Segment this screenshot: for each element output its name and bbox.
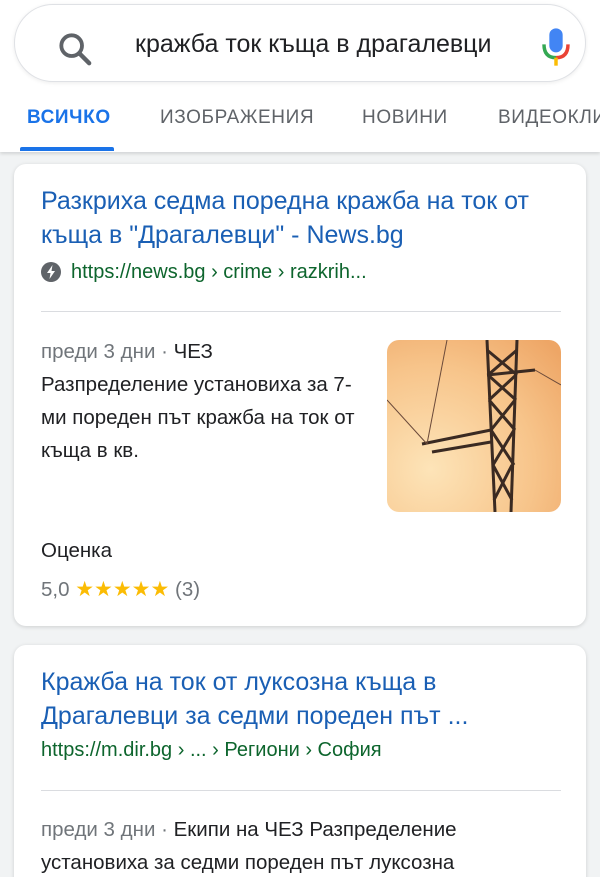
rating-count: (3) <box>175 578 201 601</box>
search-box[interactable]: кражба ток къща в драгалевци <box>14 4 586 82</box>
result-title-link[interactable]: Разкриха седма поредна кражба на ток от … <box>41 184 561 252</box>
separator-dot: · <box>155 340 174 363</box>
divider <box>41 311 561 312</box>
result-date: преди 3 дни <box>41 818 156 841</box>
tab-all[interactable]: ВСИЧКО <box>27 102 111 134</box>
amp-lightning-icon <box>41 262 61 282</box>
result-url-row[interactable]: https://m.dir.bg › ... › Региони › София <box>41 736 382 764</box>
result-card: Разкриха седма поредна кражба на ток от … <box>14 164 586 626</box>
top-bar: кражба ток къща в драгалевци ВСИЧКО ИЗОБ… <box>0 0 600 152</box>
tab-images[interactable]: ИЗОБРАЖЕНИЯ <box>160 102 314 134</box>
mic-icon[interactable] <box>540 27 572 67</box>
search-tabs: ВСИЧКО ИЗОБРАЖЕНИЯ НОВИНИ ВИДЕОКЛИПОВЕ <box>0 102 600 152</box>
result-snippet: преди 3 дни · Екипи на ЧЕЗ Разпределение… <box>41 813 561 877</box>
tab-videos[interactable]: ВИДЕОКЛИПОВЕ <box>498 102 600 134</box>
rating-value: 5,0 <box>41 578 70 601</box>
search-icon[interactable] <box>55 29 95 69</box>
result-url: https://m.dir.bg › ... › Региони › София <box>41 739 382 761</box>
tab-news[interactable]: НОВИНИ <box>362 102 448 134</box>
result-url-row[interactable]: https://news.bg › crime › razkrih... <box>41 258 367 286</box>
search-input[interactable]: кражба ток къща в драгалевци <box>135 27 505 61</box>
rating-stars: ★★★★★ <box>75 578 170 601</box>
rating-label: Оценка <box>41 539 112 562</box>
result-snippet: преди 3 дни · ЧЕЗ Разпределение установи… <box>41 335 361 467</box>
active-tab-indicator <box>20 147 114 151</box>
result-url: https://news.bg › crime › razkrih... <box>71 261 367 283</box>
result-card: Кражба на ток от луксозна къща в Драгале… <box>14 645 586 877</box>
power-pylon-thumbnail[interactable] <box>387 340 561 512</box>
result-date: преди 3 дни <box>41 340 156 363</box>
divider <box>41 790 561 791</box>
result-title-link[interactable]: Кражба на ток от луксозна къща в Драгале… <box>41 665 561 733</box>
rating-row: 5,0 ★★★★★ (3) <box>41 575 200 605</box>
separator-dot: · <box>155 818 174 841</box>
